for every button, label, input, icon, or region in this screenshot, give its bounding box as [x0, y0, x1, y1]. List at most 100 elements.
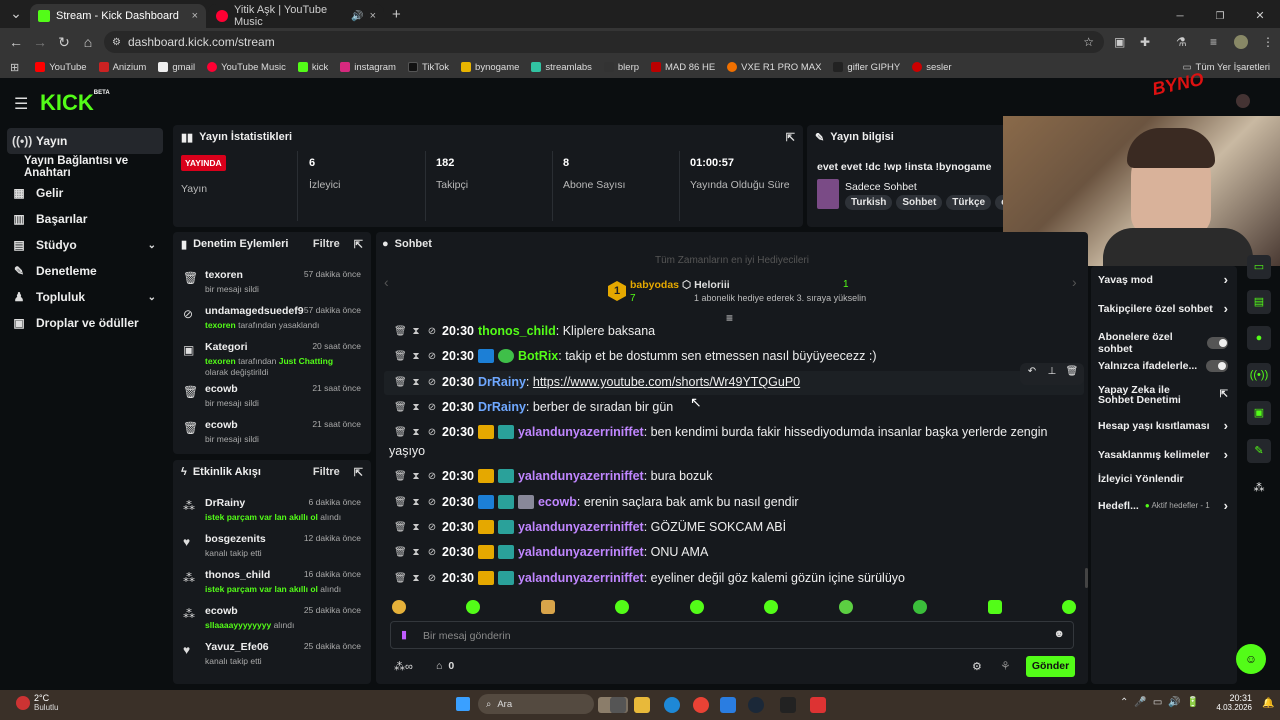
emote-icon[interactable]: [764, 600, 779, 614]
popout-icon[interactable]: ⇱: [354, 466, 363, 479]
toggle-switch[interactable]: [1206, 337, 1228, 349]
bookmark-bynogame[interactable]: bynogame: [461, 62, 519, 73]
rail-points-icon[interactable]: ⁂: [1247, 476, 1271, 500]
ban-icon[interactable]: ⊘: [426, 497, 438, 508]
timeout-icon[interactable]: ⧗: [410, 427, 422, 438]
setting-slow-mode[interactable]: Yavaş mod ›: [1098, 272, 1228, 287]
sidebar-item-community[interactable]: ♟ Topluluk ⌄: [0, 284, 170, 310]
bookmark-sesler[interactable]: sesler: [912, 62, 952, 73]
bookmark-mad86[interactable]: MAD 86 HE: [651, 62, 715, 73]
audio-icon[interactable]: 🔊: [351, 11, 363, 22]
message-username[interactable]: DrRainy: [478, 375, 526, 389]
setting-followers-only[interactable]: Takipçilere özel sohbet ›: [1098, 301, 1228, 316]
chat-message[interactable]: 🗑 ⧗ ⊘ 20:30 BotRix: takip et be dostumm sen …: [394, 349, 876, 363]
tab-youtube-music[interactable]: Yitik Aşk | YouTube Music 🔊 ×: [208, 4, 384, 28]
ban-icon[interactable]: ⊘: [426, 547, 438, 558]
message-username[interactable]: yalandunyazerriniffet: [518, 469, 644, 483]
sidebar-item-drops[interactable]: ▣ Droplar ve ödüller: [0, 310, 170, 336]
setting-goals[interactable]: Hedefl... ● Aktif hedefler - 1 ›: [1098, 498, 1228, 513]
gifters-next-icon[interactable]: ›: [1072, 274, 1077, 290]
gifter-name[interactable]: babyodas: [630, 279, 679, 291]
bookmark-instagram[interactable]: instagram: [340, 62, 396, 73]
emote-icon[interactable]: [1061, 600, 1076, 614]
chat-message[interactable]: 🗑 ⧗ ⊘ 20:30 thonos_child: Kliplere baksana: [394, 324, 655, 338]
edge-icon[interactable]: [664, 697, 680, 713]
delete-icon[interactable]: 🗑: [394, 351, 407, 362]
tab-list-icon[interactable]: ⌄: [4, 5, 28, 22]
maximize-button[interactable]: ❐: [1200, 11, 1240, 22]
list-item[interactable]: ⁂ ecowb sllaaaayyyyyyyy alındı 25 dakika ön…: [173, 602, 371, 638]
gifters-prev-icon[interactable]: ‹: [384, 274, 389, 290]
list-item[interactable]: ♥ Yavuz_Efe06 kanalı takip etti 25 dakika ö…: [173, 638, 371, 674]
rail-button-5[interactable]: ▣: [1247, 401, 1271, 425]
ban-icon[interactable]: ⊘: [426, 522, 438, 533]
tray-icons[interactable]: ⌃🎤▭🔊🔋: [1120, 697, 1205, 708]
filter-button[interactable]: Filtre: [313, 466, 340, 479]
emote-icon[interactable]: [615, 600, 630, 614]
lab-icon[interactable]: ⚗: [1176, 35, 1187, 49]
message-username[interactable]: ecowb: [538, 495, 577, 509]
ban-icon[interactable]: ⊘: [426, 573, 438, 584]
rail-wrench-icon[interactable]: ✎: [1247, 439, 1271, 463]
ban-icon[interactable]: ⊘: [426, 471, 438, 482]
file-explorer-icon[interactable]: [634, 697, 650, 713]
chat-scrollbar[interactable]: [1085, 568, 1088, 588]
bookmark-streamlabs[interactable]: streamlabs: [531, 62, 592, 73]
setting-subscribers-only[interactable]: Abonelere özel sohbet: [1098, 331, 1228, 355]
chat-settings-icon[interactable]: ⚙: [972, 660, 982, 673]
apps-icon[interactable]: ⊞: [10, 61, 19, 74]
menu-icon[interactable]: ⋮: [1262, 35, 1274, 49]
timeout-icon[interactable]: ⧗: [410, 351, 422, 362]
bookmark-blerp[interactable]: blerp: [603, 62, 639, 73]
tag[interactable]: Turkish: [845, 195, 893, 210]
puzzle-icon[interactable]: ✚: [1140, 35, 1150, 49]
timeout-icon[interactable]: ⧗: [410, 377, 422, 388]
list-item[interactable]: 🗑 ecowb bir mesajı sildi 21 saat önce: [173, 380, 371, 416]
sidebar-item-studio[interactable]: ▤ Stüdyo ⌄: [0, 232, 170, 258]
emoji-icon[interactable]: ☻: [1053, 628, 1065, 640]
site-info-icon[interactable]: ⚙: [112, 37, 121, 48]
bookmark-star-icon[interactable]: ☆: [1083, 35, 1094, 49]
list-item[interactable]: 🗑 ecowb bir mesajı sildi 21 saat önce: [173, 416, 371, 452]
start-button[interactable]: [456, 697, 470, 711]
pin-icon[interactable]: ⊥: [1043, 366, 1061, 382]
setting-emotes-only[interactable]: Yalnızca ifadelerle...: [1098, 360, 1228, 372]
emote-icon[interactable]: [913, 600, 928, 614]
message-username[interactable]: BotRix: [518, 349, 558, 363]
bookmark-tiktok[interactable]: TikTok: [407, 62, 449, 73]
timeout-icon[interactable]: ⧗: [410, 402, 422, 413]
message-link[interactable]: https://www.youtube.com/shorts/Wr49YTQGu…: [533, 375, 800, 389]
sidebar-item-achievements[interactable]: ▥ Başarılar: [0, 206, 170, 232]
filter-button[interactable]: Filtre: [313, 238, 340, 251]
profile-avatar[interactable]: [1234, 35, 1248, 49]
back-icon[interactable]: ←: [4, 34, 28, 50]
message-username[interactable]: thonos_child: [478, 324, 556, 338]
media-icon[interactable]: ≡: [1210, 35, 1217, 49]
bookmark-kick[interactable]: kick: [297, 62, 328, 73]
toggle-switch[interactable]: [1206, 360, 1228, 372]
kick-logo[interactable]: KICKBETA: [40, 90, 110, 116]
emote-icon[interactable]: [838, 600, 853, 614]
taskbar-search[interactable]: ⌕ Ara: [478, 694, 594, 714]
delete-icon[interactable]: 🗑: [394, 547, 407, 558]
notification-icon[interactable]: 🔔: [1262, 698, 1274, 709]
ban-icon[interactable]: ⊘: [426, 377, 438, 388]
list-item[interactable]: 🗑 texoren bir mesajı sildi 57 dakika önce: [173, 266, 371, 302]
rail-broadcast-icon[interactable]: ((•)): [1247, 363, 1271, 387]
forward-icon[interactable]: →: [28, 34, 52, 50]
close-window-button[interactable]: ✕: [1240, 9, 1280, 22]
chat-message[interactable]: 🗑 ⧗ ⊘ 20:30 DrRainy: berber de sıradan bir g…: [394, 400, 673, 414]
gifter2-name[interactable]: ⬡ Heloriii: [682, 279, 730, 291]
timeout-icon[interactable]: ⧗: [410, 471, 422, 482]
chat-message[interactable]: 🗑 ⧗ ⊘ 20:30 yalandunyazerriniffet: GÖZÜME SO…: [394, 520, 786, 534]
mic-icon[interactable]: ▮: [401, 628, 407, 641]
epic-icon[interactable]: [780, 697, 796, 713]
bookmark-anizium[interactable]: Anizium: [98, 62, 146, 73]
bookmark-gmail[interactable]: gmail: [158, 62, 195, 73]
setting-ai-moderation[interactable]: Yapay Zeka ile Sohbet Denetimi ⇱: [1098, 385, 1228, 406]
pinned-toggle-icon[interactable]: ≡: [726, 311, 733, 325]
extension-icon[interactable]: ▣: [1114, 35, 1125, 49]
timeout-icon[interactable]: ⧗: [410, 497, 422, 508]
reply-icon[interactable]: ↶: [1023, 366, 1041, 382]
chat-input[interactable]: ▮ Bir mesaj gönderin ☻: [390, 621, 1074, 649]
